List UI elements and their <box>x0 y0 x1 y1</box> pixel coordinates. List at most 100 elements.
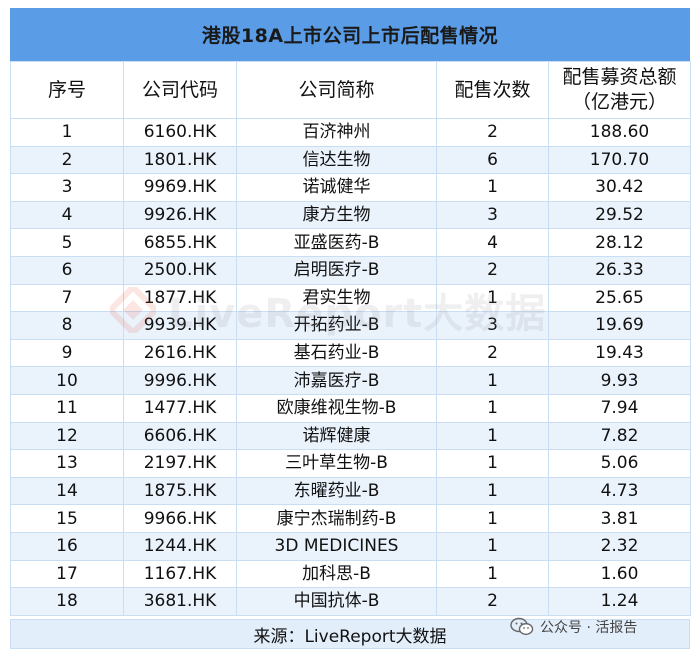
cell-count: 1 <box>436 366 549 395</box>
cell-code: 1801.HK <box>123 145 237 175</box>
cell-rank: 17 <box>10 559 124 589</box>
cell-code: 1477.HK <box>123 393 237 423</box>
cell-rank: 11 <box>10 393 124 423</box>
table-row: 2 1801.HK 信达生物 6 170.70 <box>10 145 691 175</box>
wechat-account: 公众号 · 活报告 <box>510 616 637 638</box>
cell-count: 1 <box>436 283 549 313</box>
cell-name: 基石药业-B <box>236 338 437 368</box>
table-row: 8 9939.HK 开拓药业-B 3 19.69 <box>10 311 691 340</box>
table-body: 1 6160.HK 百济神州 2 188.60 2 1801.HK 信达生物 6 170.70 3 9… <box>10 118 691 616</box>
cell-name: 君实生物 <box>236 283 437 313</box>
cell-amount: 28.12 <box>548 228 691 257</box>
cell-amount: 4.73 <box>548 476 691 506</box>
cell-amount: 3.81 <box>548 504 691 533</box>
cell-count: 1 <box>436 531 549 561</box>
page: 港股18A上市公司上市后配售情况 序号 公司代码 公司简称 配售次数 配售募资总… <box>0 0 700 655</box>
cell-count: 2 <box>436 118 549 147</box>
cell-name: 康方生物 <box>236 200 437 230</box>
cell-rank: 13 <box>10 449 124 478</box>
cell-code: 2197.HK <box>123 449 237 478</box>
cell-amount: 170.70 <box>548 145 691 175</box>
cell-count: 1 <box>436 449 549 478</box>
table-row: 13 2197.HK 三叶草生物-B 1 5.06 <box>10 449 691 478</box>
cell-code: 1875.HK <box>123 476 237 506</box>
cell-rank: 1 <box>10 118 124 147</box>
table-row: 4 9926.HK 康方生物 3 29.52 <box>10 200 691 230</box>
cell-count: 6 <box>436 145 549 175</box>
cell-name: 康宁杰瑞制药-B <box>236 504 437 533</box>
cell-rank: 7 <box>10 283 124 313</box>
cell-amount: 9.93 <box>548 366 691 395</box>
cell-count: 1 <box>436 476 549 506</box>
cell-name: 加科思-B <box>236 559 437 589</box>
table-row: 10 9996.HK 沛嘉医疗-B 1 9.93 <box>10 366 691 395</box>
cell-amount: 25.65 <box>548 283 691 313</box>
cell-code: 6855.HK <box>123 228 237 257</box>
cell-amount: 7.94 <box>548 393 691 423</box>
cell-code: 2616.HK <box>123 338 237 368</box>
cell-amount: 30.42 <box>548 173 691 202</box>
cell-name: 亚盛医药-B <box>236 228 437 257</box>
cell-code: 1244.HK <box>123 531 237 561</box>
cell-count: 3 <box>436 200 549 230</box>
cell-name: 诺辉健康 <box>236 421 437 451</box>
header-count: 配售次数 <box>436 61 549 119</box>
cell-code: 2500.HK <box>123 255 237 285</box>
table-row: 1 6160.HK 百济神州 2 188.60 <box>10 118 691 147</box>
cell-rank: 18 <box>10 587 124 616</box>
cell-code: 1877.HK <box>123 283 237 313</box>
cell-amount: 188.60 <box>548 118 691 147</box>
cell-name: 开拓药业-B <box>236 311 437 340</box>
cell-code: 6606.HK <box>123 421 237 451</box>
cell-rank: 10 <box>10 366 124 395</box>
cell-amount: 26.33 <box>548 255 691 285</box>
cell-rank: 2 <box>10 145 124 175</box>
table-row: 11 1477.HK 欧康维视生物-B 1 7.94 <box>10 393 691 423</box>
cell-count: 3 <box>436 311 549 340</box>
cell-count: 1 <box>436 393 549 423</box>
cell-name: 信达生物 <box>236 145 437 175</box>
header-code: 公司代码 <box>123 61 237 119</box>
table-row: 3 9969.HK 诺诚健华 1 30.42 <box>10 173 691 202</box>
cell-rank: 5 <box>10 228 124 257</box>
table-row: 6 2500.HK 启明医疗-B 2 26.33 <box>10 255 691 285</box>
header-name: 公司简称 <box>236 61 437 119</box>
table-title: 港股18A上市公司上市后配售情况 <box>10 8 690 61</box>
cell-count: 4 <box>436 228 549 257</box>
cell-rank: 4 <box>10 200 124 230</box>
header-amount: 配售募资总额 （亿港元） <box>548 61 691 119</box>
wechat-icon <box>510 617 534 636</box>
cell-rank: 6 <box>10 255 124 285</box>
cell-amount: 2.32 <box>548 531 691 561</box>
table-row: 15 9966.HK 康宁杰瑞制药-B 1 3.81 <box>10 504 691 533</box>
cell-name: 百济神州 <box>236 118 437 147</box>
cell-count: 1 <box>436 559 549 589</box>
cell-count: 2 <box>436 587 549 616</box>
cell-count: 1 <box>436 173 549 202</box>
cell-code: 9939.HK <box>123 311 237 340</box>
header-amount-line2: （亿港元） <box>571 91 667 113</box>
cell-amount: 19.43 <box>548 338 691 368</box>
cell-rank: 12 <box>10 421 124 451</box>
cell-count: 2 <box>436 338 549 368</box>
table-row: 12 6606.HK 诺辉健康 1 7.82 <box>10 421 691 451</box>
cell-code: 6160.HK <box>123 118 237 147</box>
cell-count: 1 <box>436 421 549 451</box>
cell-code: 3681.HK <box>123 587 237 616</box>
cell-amount: 1.60 <box>548 559 691 589</box>
cell-rank: 8 <box>10 311 124 340</box>
table-row: 17 1167.HK 加科思-B 1 1.60 <box>10 559 691 589</box>
table-row: 14 1875.HK 东曜药业-B 1 4.73 <box>10 476 691 506</box>
cell-rank: 15 <box>10 504 124 533</box>
cell-code: 9926.HK <box>123 200 237 230</box>
table-row: 7 1877.HK 君实生物 1 25.65 <box>10 283 691 313</box>
cell-rank: 14 <box>10 476 124 506</box>
cell-amount: 7.82 <box>548 421 691 451</box>
cell-rank: 16 <box>10 531 124 561</box>
cell-name: 3D MEDICINES <box>236 531 437 561</box>
cell-name: 中国抗体-B <box>236 587 437 616</box>
cell-amount: 19.69 <box>548 311 691 340</box>
cell-name: 三叶草生物-B <box>236 449 437 478</box>
table-row: 9 2616.HK 基石药业-B 2 19.43 <box>10 338 691 368</box>
cell-amount: 1.24 <box>548 587 691 616</box>
